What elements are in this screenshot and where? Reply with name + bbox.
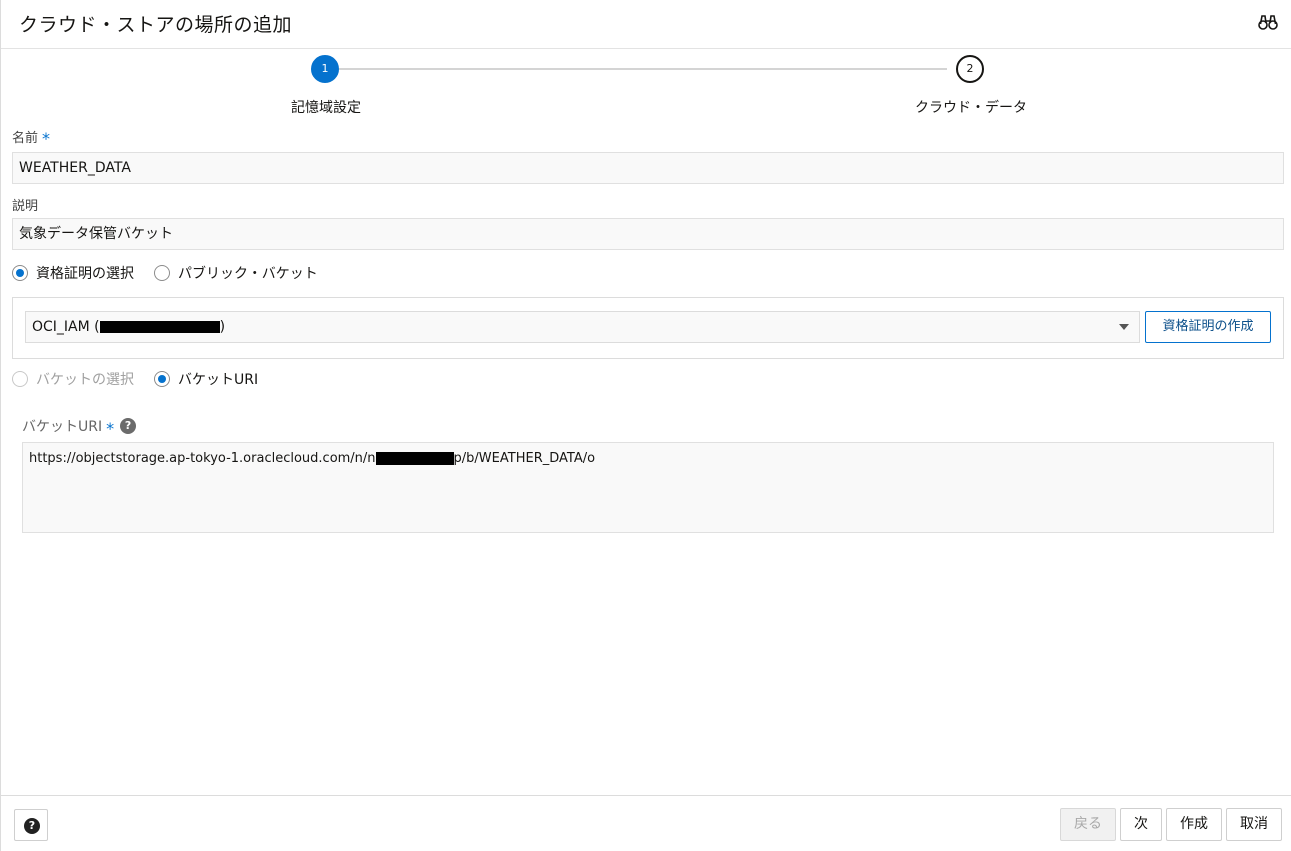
credential-mode-group: 資格証明の選択 パブリック・バケット [12, 263, 338, 283]
bucket-uri-label-text: バケットURI [22, 419, 103, 435]
bucket-uri-text-start: https://objectstorage.ap-tokyo-1.oraclec… [29, 451, 376, 466]
public-bucket-radio[interactable] [154, 265, 170, 281]
cancel-button[interactable]: 取消 [1226, 808, 1282, 841]
chevron-down-icon[interactable] [1119, 324, 1129, 330]
help-icon[interactable]: ? [120, 418, 137, 434]
step-train: 1 2 記憶域設定 クラウド・データ [1, 50, 1291, 120]
credential-select-value: OCI_IAM ( [32, 319, 100, 335]
description-field[interactable]: 気象データ保管バケット [12, 218, 1284, 250]
required-mark: * [106, 418, 115, 438]
redaction-bar [375, 452, 454, 465]
bucket-select-label[interactable]: バケットの選択 [36, 369, 134, 389]
create-credential-button[interactable]: 資格証明の作成 [1145, 311, 1271, 343]
step-1-label: 記憶域設定 [291, 100, 361, 116]
credential-select-radio[interactable] [12, 265, 28, 281]
create-button[interactable]: 作成 [1166, 808, 1222, 841]
required-mark: * [42, 129, 51, 148]
credential-select-label[interactable]: 資格証明の選択 [36, 263, 134, 283]
bucket-select-radio[interactable] [12, 371, 28, 387]
redaction-bar [99, 321, 220, 333]
credential-select-suffix: ) [219, 319, 226, 335]
bucket-uri-radio-label[interactable]: バケットURI [178, 369, 258, 389]
train-connector [339, 68, 947, 70]
description-label: 説明 [12, 199, 39, 214]
name-label: 名前 * [12, 127, 51, 148]
step-2-label: クラウド・データ [915, 100, 1027, 116]
next-button[interactable]: 次 [1120, 808, 1162, 841]
dialog-footer: ? 戻る 次 作成 取消 [1, 795, 1291, 851]
public-bucket-label[interactable]: パブリック・バケット [178, 263, 318, 283]
name-label-text: 名前 [12, 131, 39, 146]
name-field[interactable]: WEATHER_DATA [12, 152, 1284, 184]
credential-select[interactable]: OCI_IAM () [25, 311, 1140, 343]
back-button[interactable]: 戻る [1060, 808, 1116, 841]
dialog-frame: クラウド・ストアの場所の追加 1 2 記憶域設定 クラウド・データ 名前 * WE… [0, 0, 1291, 851]
bucket-uri-label: バケットURI * ? [22, 416, 137, 438]
bucket-uri-text-end: p/b/WEATHER_DATA/o [453, 451, 596, 466]
credential-panel: OCI_IAM () 資格証明の作成 [12, 297, 1284, 359]
dialog-header: クラウド・ストアの場所の追加 [1, 0, 1291, 49]
help-icon: ? [24, 818, 40, 834]
help-button[interactable]: ? [14, 809, 48, 841]
bucket-uri-radio[interactable] [154, 371, 170, 387]
dialog-title: クラウド・ストアの場所の追加 [19, 14, 293, 36]
step-2-indicator[interactable]: 2 [956, 55, 984, 83]
step-1-indicator[interactable]: 1 [311, 55, 339, 83]
bucket-uri-field[interactable]: https://objectstorage.ap-tokyo-1.oraclec… [22, 442, 1274, 533]
bucket-mode-group: バケットの選択 バケットURI [12, 369, 278, 389]
binoculars-icon[interactable] [1258, 12, 1278, 32]
